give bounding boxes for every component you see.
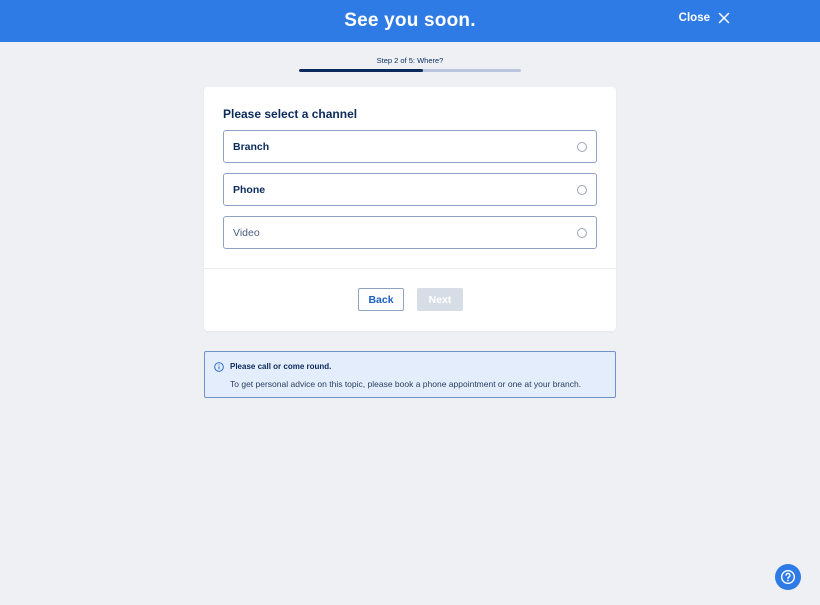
step-label: Step 2 of 5: Where? [376, 56, 444, 65]
page-title: See you soon. [344, 10, 476, 31]
option-branch[interactable]: Branch [223, 130, 597, 163]
header-bar: See you soon. Close [0, 0, 820, 42]
back-button[interactable]: Back [358, 288, 404, 311]
close-icon [718, 12, 730, 24]
option-label: Video [233, 226, 260, 239]
card-heading: Please select a channel [223, 107, 358, 121]
option-label: Branch [233, 140, 270, 153]
radio-video[interactable] [577, 227, 587, 238]
info-notice: Please call or come round. To get person… [204, 351, 616, 398]
option-label: Phone [233, 183, 266, 196]
option-phone[interactable]: Phone [223, 173, 597, 206]
progress-bar [299, 69, 521, 72]
option-video[interactable]: Video [223, 216, 597, 249]
close-label: Close [678, 12, 710, 24]
progress-fill [299, 69, 424, 72]
info-text: To get personal advice on this topic, pl… [230, 379, 582, 389]
info-title: Please call or come round. [230, 362, 332, 371]
close-button[interactable]: Close [679, 12, 730, 24]
info-icon [214, 362, 224, 372]
radio-branch[interactable] [577, 141, 587, 152]
divider [204, 268, 616, 269]
next-button[interactable]: Next [417, 288, 463, 311]
help-icon [780, 569, 796, 585]
radio-phone[interactable] [577, 184, 587, 195]
help-button[interactable] [775, 564, 801, 590]
channel-card: Please select a channel Branch Phone Vid… [204, 87, 616, 331]
